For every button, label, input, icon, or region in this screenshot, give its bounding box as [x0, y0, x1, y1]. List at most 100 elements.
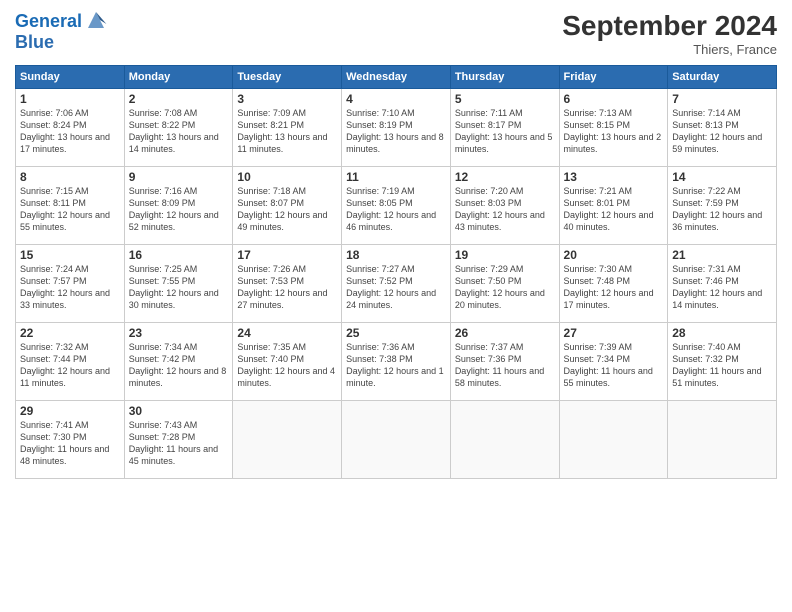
header: General Blue September 2024 Thiers, Fran… — [15, 10, 777, 57]
day-info: Sunrise: 7:08 AM Sunset: 8:22 PM Dayligh… — [129, 107, 229, 156]
day-info: Sunrise: 7:20 AM Sunset: 8:03 PM Dayligh… — [455, 185, 555, 234]
day-number: 13 — [564, 170, 664, 184]
day-cell: 15Sunrise: 7:24 AM Sunset: 7:57 PM Dayli… — [16, 245, 125, 323]
day-cell: 25Sunrise: 7:36 AM Sunset: 7:38 PM Dayli… — [342, 323, 451, 401]
week-row-1: 1Sunrise: 7:06 AM Sunset: 8:24 PM Daylig… — [16, 89, 777, 167]
day-info: Sunrise: 7:24 AM Sunset: 7:57 PM Dayligh… — [20, 263, 120, 312]
title-area: September 2024 Thiers, France — [562, 10, 777, 57]
day-info: Sunrise: 7:10 AM Sunset: 8:19 PM Dayligh… — [346, 107, 446, 156]
day-info: Sunrise: 7:18 AM Sunset: 8:07 PM Dayligh… — [237, 185, 337, 234]
day-number: 4 — [346, 92, 446, 106]
logo-blue: Blue — [15, 32, 54, 53]
day-info: Sunrise: 7:14 AM Sunset: 8:13 PM Dayligh… — [672, 107, 772, 156]
day-cell: 10Sunrise: 7:18 AM Sunset: 8:07 PM Dayli… — [233, 167, 342, 245]
day-info: Sunrise: 7:31 AM Sunset: 7:46 PM Dayligh… — [672, 263, 772, 312]
day-number: 19 — [455, 248, 555, 262]
day-number: 3 — [237, 92, 337, 106]
day-cell: 1Sunrise: 7:06 AM Sunset: 8:24 PM Daylig… — [16, 89, 125, 167]
day-number: 17 — [237, 248, 337, 262]
day-info: Sunrise: 7:13 AM Sunset: 8:15 PM Dayligh… — [564, 107, 664, 156]
day-info: Sunrise: 7:30 AM Sunset: 7:48 PM Dayligh… — [564, 263, 664, 312]
day-cell: 2Sunrise: 7:08 AM Sunset: 8:22 PM Daylig… — [124, 89, 233, 167]
logo-icon — [84, 8, 108, 32]
day-info: Sunrise: 7:37 AM Sunset: 7:36 PM Dayligh… — [455, 341, 555, 390]
day-cell — [233, 401, 342, 479]
day-number: 23 — [129, 326, 229, 340]
day-cell: 19Sunrise: 7:29 AM Sunset: 7:50 PM Dayli… — [450, 245, 559, 323]
day-cell — [450, 401, 559, 479]
day-info: Sunrise: 7:22 AM Sunset: 7:59 PM Dayligh… — [672, 185, 772, 234]
day-cell: 17Sunrise: 7:26 AM Sunset: 7:53 PM Dayli… — [233, 245, 342, 323]
day-info: Sunrise: 7:09 AM Sunset: 8:21 PM Dayligh… — [237, 107, 337, 156]
day-info: Sunrise: 7:27 AM Sunset: 7:52 PM Dayligh… — [346, 263, 446, 312]
day-info: Sunrise: 7:36 AM Sunset: 7:38 PM Dayligh… — [346, 341, 446, 390]
day-number: 2 — [129, 92, 229, 106]
week-row-5: 29Sunrise: 7:41 AM Sunset: 7:30 PM Dayli… — [16, 401, 777, 479]
header-cell-monday: Monday — [124, 66, 233, 89]
day-info: Sunrise: 7:19 AM Sunset: 8:05 PM Dayligh… — [346, 185, 446, 234]
day-cell: 6Sunrise: 7:13 AM Sunset: 8:15 PM Daylig… — [559, 89, 668, 167]
day-cell — [559, 401, 668, 479]
logo-general: General — [15, 11, 82, 31]
day-info: Sunrise: 7:26 AM Sunset: 7:53 PM Dayligh… — [237, 263, 337, 312]
day-number: 21 — [672, 248, 772, 262]
day-cell: 11Sunrise: 7:19 AM Sunset: 8:05 PM Dayli… — [342, 167, 451, 245]
header-cell-sunday: Sunday — [16, 66, 125, 89]
day-cell: 7Sunrise: 7:14 AM Sunset: 8:13 PM Daylig… — [668, 89, 777, 167]
header-cell-tuesday: Tuesday — [233, 66, 342, 89]
day-info: Sunrise: 7:25 AM Sunset: 7:55 PM Dayligh… — [129, 263, 229, 312]
week-row-4: 22Sunrise: 7:32 AM Sunset: 7:44 PM Dayli… — [16, 323, 777, 401]
day-number: 8 — [20, 170, 120, 184]
day-cell: 4Sunrise: 7:10 AM Sunset: 8:19 PM Daylig… — [342, 89, 451, 167]
calendar-body: 1Sunrise: 7:06 AM Sunset: 8:24 PM Daylig… — [16, 89, 777, 479]
location: Thiers, France — [562, 42, 777, 57]
day-number: 26 — [455, 326, 555, 340]
day-info: Sunrise: 7:40 AM Sunset: 7:32 PM Dayligh… — [672, 341, 772, 390]
header-row: SundayMondayTuesdayWednesdayThursdayFrid… — [16, 66, 777, 89]
day-number: 18 — [346, 248, 446, 262]
day-number: 10 — [237, 170, 337, 184]
header-cell-saturday: Saturday — [668, 66, 777, 89]
week-row-3: 15Sunrise: 7:24 AM Sunset: 7:57 PM Dayli… — [16, 245, 777, 323]
day-info: Sunrise: 7:16 AM Sunset: 8:09 PM Dayligh… — [129, 185, 229, 234]
day-cell: 13Sunrise: 7:21 AM Sunset: 8:01 PM Dayli… — [559, 167, 668, 245]
logo: General Blue — [15, 10, 108, 53]
day-cell — [668, 401, 777, 479]
month-title: September 2024 — [562, 10, 777, 42]
day-cell: 28Sunrise: 7:40 AM Sunset: 7:32 PM Dayli… — [668, 323, 777, 401]
day-info: Sunrise: 7:32 AM Sunset: 7:44 PM Dayligh… — [20, 341, 120, 390]
day-number: 16 — [129, 248, 229, 262]
day-number: 12 — [455, 170, 555, 184]
header-cell-wednesday: Wednesday — [342, 66, 451, 89]
day-number: 25 — [346, 326, 446, 340]
day-number: 27 — [564, 326, 664, 340]
day-cell: 21Sunrise: 7:31 AM Sunset: 7:46 PM Dayli… — [668, 245, 777, 323]
week-row-2: 8Sunrise: 7:15 AM Sunset: 8:11 PM Daylig… — [16, 167, 777, 245]
day-number: 20 — [564, 248, 664, 262]
day-cell: 5Sunrise: 7:11 AM Sunset: 8:17 PM Daylig… — [450, 89, 559, 167]
day-number: 6 — [564, 92, 664, 106]
day-cell: 14Sunrise: 7:22 AM Sunset: 7:59 PM Dayli… — [668, 167, 777, 245]
day-number: 1 — [20, 92, 120, 106]
calendar-header: SundayMondayTuesdayWednesdayThursdayFrid… — [16, 66, 777, 89]
day-number: 15 — [20, 248, 120, 262]
calendar-table: SundayMondayTuesdayWednesdayThursdayFrid… — [15, 65, 777, 479]
day-number: 11 — [346, 170, 446, 184]
day-cell: 12Sunrise: 7:20 AM Sunset: 8:03 PM Dayli… — [450, 167, 559, 245]
day-cell: 23Sunrise: 7:34 AM Sunset: 7:42 PM Dayli… — [124, 323, 233, 401]
day-number: 22 — [20, 326, 120, 340]
logo-text: General — [15, 12, 82, 32]
day-cell: 26Sunrise: 7:37 AM Sunset: 7:36 PM Dayli… — [450, 323, 559, 401]
day-info: Sunrise: 7:39 AM Sunset: 7:34 PM Dayligh… — [564, 341, 664, 390]
day-info: Sunrise: 7:29 AM Sunset: 7:50 PM Dayligh… — [455, 263, 555, 312]
day-cell: 8Sunrise: 7:15 AM Sunset: 8:11 PM Daylig… — [16, 167, 125, 245]
day-cell: 20Sunrise: 7:30 AM Sunset: 7:48 PM Dayli… — [559, 245, 668, 323]
day-cell: 3Sunrise: 7:09 AM Sunset: 8:21 PM Daylig… — [233, 89, 342, 167]
day-number: 5 — [455, 92, 555, 106]
day-cell: 18Sunrise: 7:27 AM Sunset: 7:52 PM Dayli… — [342, 245, 451, 323]
day-cell: 24Sunrise: 7:35 AM Sunset: 7:40 PM Dayli… — [233, 323, 342, 401]
day-number: 14 — [672, 170, 772, 184]
day-info: Sunrise: 7:34 AM Sunset: 7:42 PM Dayligh… — [129, 341, 229, 390]
day-info: Sunrise: 7:43 AM Sunset: 7:28 PM Dayligh… — [129, 419, 229, 468]
day-cell: 27Sunrise: 7:39 AM Sunset: 7:34 PM Dayli… — [559, 323, 668, 401]
